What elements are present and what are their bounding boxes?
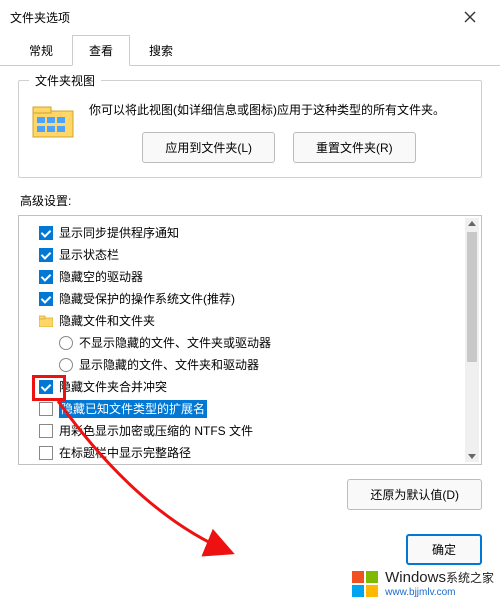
tab-bar: 常规 查看 搜索 xyxy=(0,34,500,66)
folder-node-icon xyxy=(39,315,53,327)
tree-item[interactable]: 隐藏已知文件类型的扩展名 xyxy=(23,398,477,420)
watermark-sub: 系统之家 xyxy=(446,571,494,585)
apply-to-folders-button[interactable]: 应用到文件夹(L) xyxy=(142,132,275,163)
folder-view-group: 文件夹视图 你可以将此视图(如详细信息或图标)应用于这种类型的所有文件夹。 应用… xyxy=(18,80,482,178)
restore-defaults-button[interactable]: 还原为默认值(D) xyxy=(347,479,482,510)
titlebar: 文件夹选项 xyxy=(0,0,500,34)
tree-item[interactable]: 在单独的进程中打开文件夹窗口 xyxy=(23,464,477,465)
tree-item-label: 隐藏已知文件类型的扩展名 xyxy=(59,400,207,418)
checkbox-icon[interactable] xyxy=(39,380,53,394)
checkbox-icon[interactable] xyxy=(39,402,53,416)
watermark: Windows系统之家 www.bjjmlv.com xyxy=(351,570,494,598)
tree-item-label: 隐藏受保护的操作系统文件(推荐) xyxy=(59,290,235,308)
reset-folders-button[interactable]: 重置文件夹(R) xyxy=(293,132,416,163)
tab-general[interactable]: 常规 xyxy=(12,35,70,66)
folder-view-group-title: 文件夹视图 xyxy=(29,72,101,89)
watermark-brand: Windows xyxy=(385,569,446,586)
tree-item-label: 不显示隐藏的文件、文件夹或驱动器 xyxy=(79,334,271,352)
tab-view[interactable]: 查看 xyxy=(72,35,130,66)
dialog-buttons: 确定 xyxy=(0,526,500,573)
tree-item[interactable]: 显示状态栏 xyxy=(23,244,477,266)
tree-item[interactable]: 隐藏文件和文件夹 xyxy=(23,310,477,332)
window-title: 文件夹选项 xyxy=(10,9,70,26)
ok-button[interactable]: 确定 xyxy=(406,534,482,565)
content-area: 文件夹视图 你可以将此视图(如详细信息或图标)应用于这种类型的所有文件夹。 应用… xyxy=(0,66,500,518)
radio-icon[interactable] xyxy=(59,358,73,372)
tree-item[interactable]: 在标题栏中显示完整路径 xyxy=(23,442,477,464)
tree-item-label: 显示状态栏 xyxy=(59,246,119,264)
checkbox-icon[interactable] xyxy=(39,270,53,284)
close-button[interactable] xyxy=(450,3,490,31)
tree-item-label: 隐藏文件和文件夹 xyxy=(59,312,155,330)
tree-item-label: 显示隐藏的文件、文件夹和驱动器 xyxy=(79,356,259,374)
tree-item[interactable]: 显示隐藏的文件、文件夹和驱动器 xyxy=(23,354,477,376)
tree-item[interactable]: 隐藏受保护的操作系统文件(推荐) xyxy=(23,288,477,310)
tree-item-label: 在标题栏中显示完整路径 xyxy=(59,444,191,462)
windows-logo-icon xyxy=(351,570,379,598)
tab-search[interactable]: 搜索 xyxy=(132,35,190,66)
checkbox-icon[interactable] xyxy=(39,292,53,306)
folder-options-dialog: 文件夹选项 常规 查看 搜索 文件夹视图 xyxy=(0,0,500,602)
tree-item[interactable]: 用彩色显示加密或压缩的 NTFS 文件 xyxy=(23,420,477,442)
tree-item-label: 用彩色显示加密或压缩的 NTFS 文件 xyxy=(59,422,253,440)
checkbox-icon[interactable] xyxy=(39,226,53,240)
tree-item-label: 隐藏空的驱动器 xyxy=(59,268,143,286)
tree-item[interactable]: 显示同步提供程序通知 xyxy=(23,222,477,244)
scrollbar[interactable] xyxy=(465,218,479,462)
radio-icon[interactable] xyxy=(59,336,73,350)
advanced-settings-label: 高级设置: xyxy=(20,192,482,209)
tree-item[interactable]: 不显示隐藏的文件、文件夹或驱动器 xyxy=(23,332,477,354)
folder-view-description: 你可以将此视图(如详细信息或图标)应用于这种类型的所有文件夹。 xyxy=(89,101,469,120)
checkbox-icon[interactable] xyxy=(39,248,53,262)
tree-item-label: 隐藏文件夹合并冲突 xyxy=(59,378,167,396)
checkbox-icon[interactable] xyxy=(39,424,53,438)
tree-item[interactable]: 隐藏空的驱动器 xyxy=(23,266,477,288)
close-icon xyxy=(464,11,476,23)
tree-item[interactable]: 隐藏文件夹合并冲突 xyxy=(23,376,477,398)
checkbox-icon[interactable] xyxy=(39,446,53,460)
tree-item-label: 显示同步提供程序通知 xyxy=(59,224,179,242)
advanced-settings-tree[interactable]: 显示同步提供程序通知显示状态栏隐藏空的驱动器隐藏受保护的操作系统文件(推荐) 隐藏… xyxy=(18,215,482,465)
folder-icon xyxy=(31,101,75,141)
watermark-url: www.bjjmlv.com xyxy=(385,587,494,598)
